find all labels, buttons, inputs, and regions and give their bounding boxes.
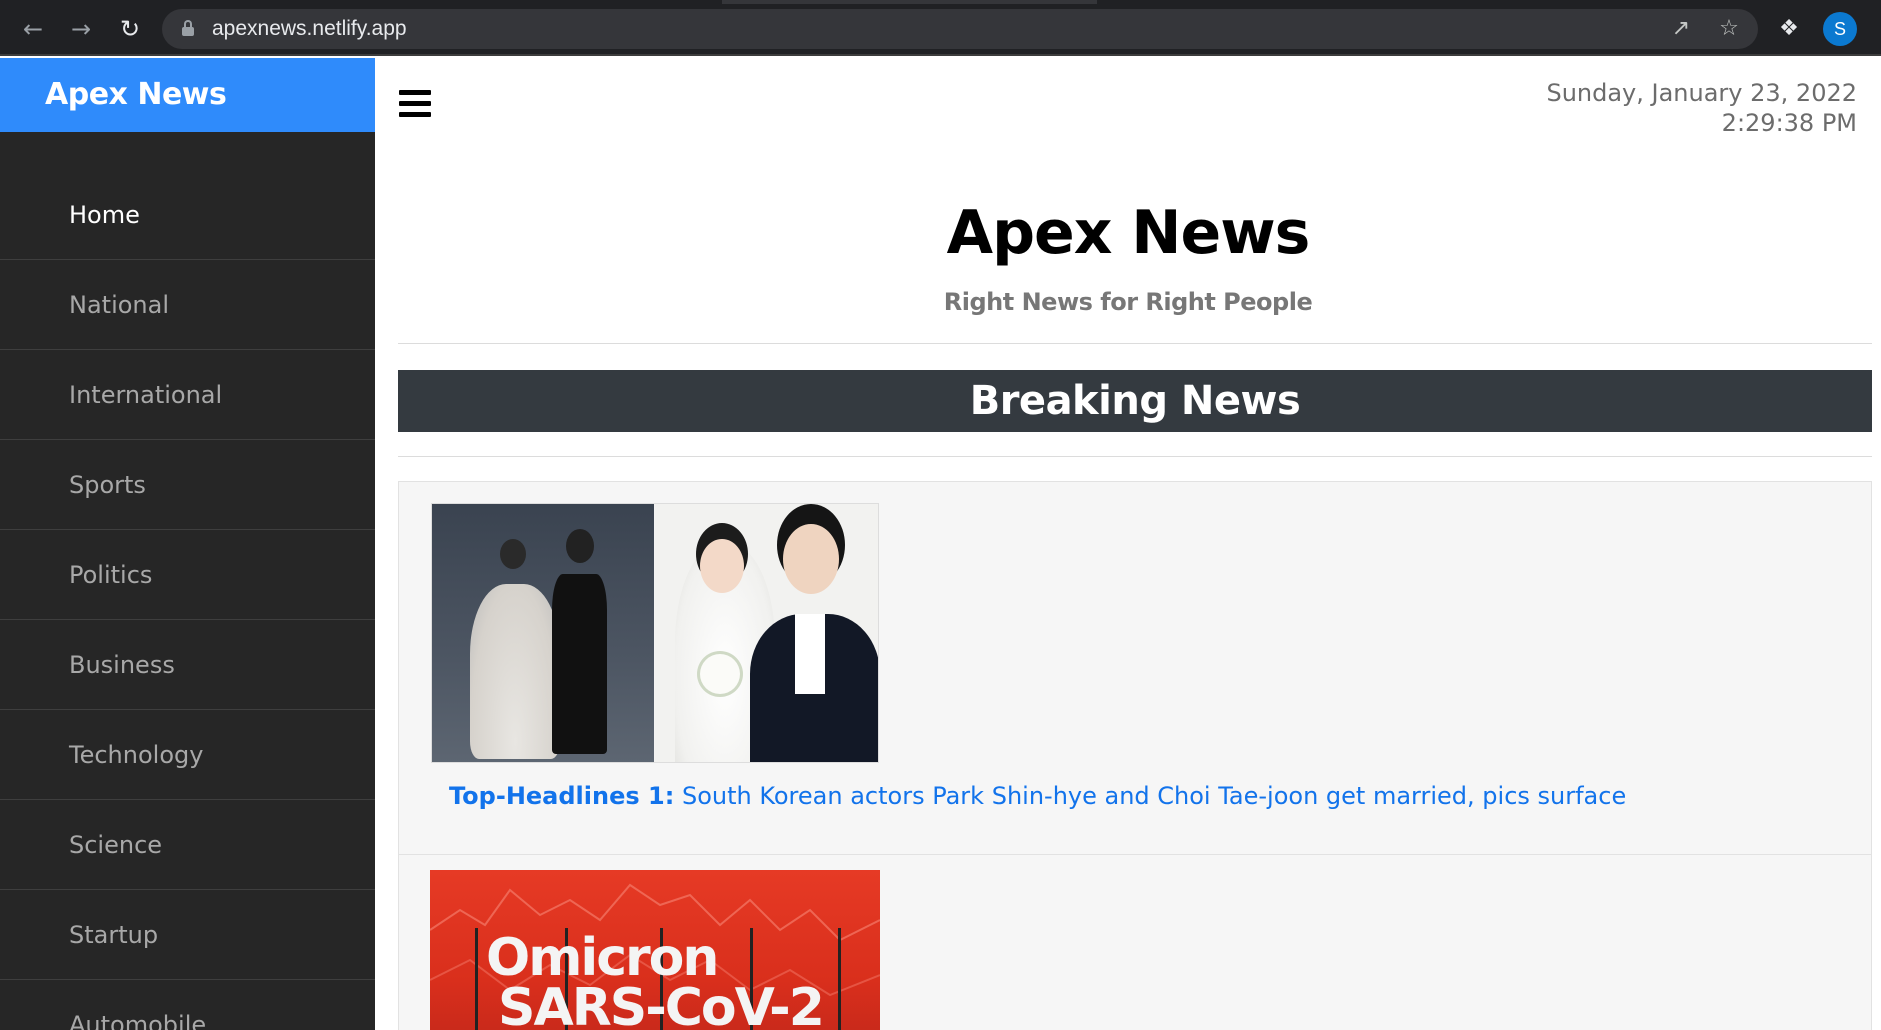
main-content: Sunday, January 23, 2022 2:29:38 PM Apex… xyxy=(375,58,1881,1030)
syringe-needle xyxy=(838,928,841,1030)
star-icon[interactable]: ☆ xyxy=(1715,15,1743,43)
reload-icon[interactable]: ↻ xyxy=(113,12,147,46)
article-image[interactable]: Omicron SARS-CoV-2 xyxy=(430,870,880,1030)
sidebar-item-home[interactable]: Home xyxy=(0,170,375,260)
breaking-news-heading: Breaking News xyxy=(398,370,1872,432)
sidebar: Apex News Home National International Sp… xyxy=(0,58,375,1030)
image-caption-line1: Omicron xyxy=(486,928,719,988)
wedding-photo-right xyxy=(655,504,878,762)
image-caption-line2: SARS-CoV-2 xyxy=(498,978,825,1030)
sidebar-item-science[interactable]: Science xyxy=(0,800,375,890)
profile-avatar[interactable]: S xyxy=(1823,12,1857,46)
tab-strip-edge xyxy=(722,0,1097,4)
share-icon[interactable]: ↗ xyxy=(1667,15,1695,43)
back-arrow-icon[interactable]: ← xyxy=(16,12,50,46)
browser-toolbar: ← → ↻ apexnews.netlify.app ↗ ☆ ❖ S xyxy=(0,0,1881,56)
wedding-photo-left xyxy=(432,504,654,762)
sidebar-item-startup[interactable]: Startup xyxy=(0,890,375,980)
url-text[interactable]: apexnews.netlify.app xyxy=(212,9,407,49)
sidebar-item-international[interactable]: International xyxy=(0,350,375,440)
article-headline-link[interactable]: Top-Headlines 1: South Korean actors Par… xyxy=(449,782,1626,810)
headline-text[interactable]: South Korean actors Park Shin-hye and Ch… xyxy=(682,782,1626,810)
tagline: Right News for Right People xyxy=(943,288,1313,316)
news-card: Top-Headlines 1: South Korean actors Par… xyxy=(398,481,1872,855)
sidebar-item-technology[interactable]: Technology xyxy=(0,710,375,800)
divider xyxy=(398,343,1872,344)
sidebar-item-national[interactable]: National xyxy=(0,260,375,350)
headline-label[interactable]: Top-Headlines 1: xyxy=(449,782,674,810)
sidebar-brand[interactable]: Apex News xyxy=(0,58,375,132)
puzzle-icon[interactable]: ❖ xyxy=(1774,14,1804,44)
current-date: Sunday, January 23, 2022 xyxy=(1546,79,1857,107)
sidebar-item-business[interactable]: Business xyxy=(0,620,375,710)
syringe-needle xyxy=(475,928,478,1030)
sidebar-item-sports[interactable]: Sports xyxy=(0,440,375,530)
address-bar[interactable]: apexnews.netlify.app ↗ ☆ xyxy=(162,9,1758,49)
news-card: Omicron SARS-CoV-2 xyxy=(398,854,1872,1030)
hamburger-menu-icon[interactable] xyxy=(399,90,431,117)
datetime: Sunday, January 23, 2022 2:29:38 PM xyxy=(1546,78,1857,138)
sidebar-item-politics[interactable]: Politics xyxy=(0,530,375,620)
sidebar-item-automobile[interactable]: Automobile xyxy=(0,980,375,1030)
sidebar-nav: Home National International Sports Polit… xyxy=(0,170,375,1030)
divider xyxy=(398,456,1872,457)
current-time: 2:29:38 PM xyxy=(1721,109,1857,137)
lock-icon[interactable] xyxy=(182,20,194,36)
article-image[interactable] xyxy=(431,503,879,763)
forward-arrow-icon[interactable]: → xyxy=(64,12,98,46)
page-title: Apex News xyxy=(946,198,1311,268)
